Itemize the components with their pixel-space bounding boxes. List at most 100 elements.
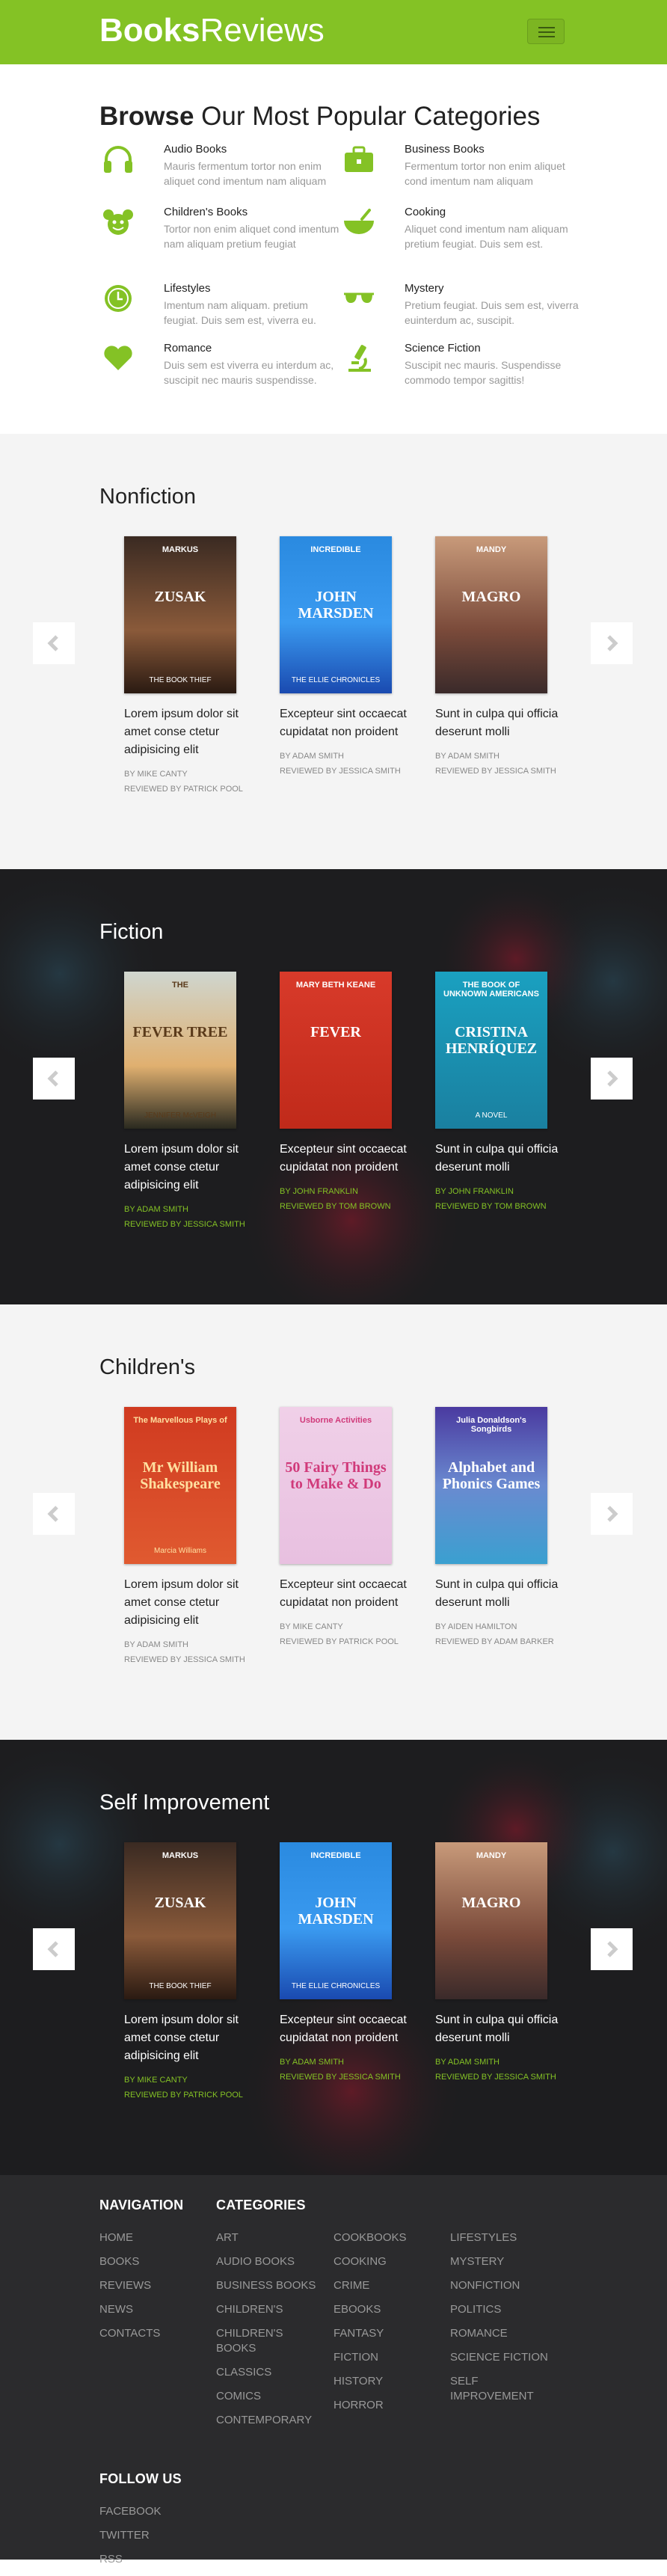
book-card[interactable]: INCREDIBLE JOHN MARSDEN THE ELLIE CHRONICL… [280,1842,407,2085]
book-title[interactable]: Lorem ipsum dolor sit amet conse ctetur … [124,2011,251,2065]
site-logo[interactable]: BooksReviews [99,12,325,49]
cover-main-text: FEVER TREE [132,1024,228,1040]
category-name[interactable]: Children's Books [164,205,343,220]
book-card[interactable]: MARKUS ZUSAK THE BOOK THIEF Lorem ipsum dol… [124,536,251,797]
cover-sub-text: THE ELLIE CHRONICLES [291,1982,381,1990]
footer-category-link[interactable]: MYSTERY [450,2254,562,2269]
book-card[interactable]: Usborne Activities 50 Fairy Things to Mak… [280,1407,407,1649]
footer-category-link[interactable]: CLASSICS [216,2365,328,2380]
book-card[interactable]: MARY BETH KEANE FEVER Excepteur sint occae… [280,972,407,1214]
footer-category-link[interactable]: EBOOKS [334,2302,446,2317]
footer-category-link[interactable]: ROMANCE [450,2326,562,2341]
prev-arrow-button[interactable] [33,622,75,664]
next-arrow-button[interactable] [591,1493,633,1535]
footer-category-link[interactable]: ART [216,2230,328,2245]
footer-category-link[interactable]: SELF IMPROVEMENT [450,2374,534,2404]
book-card[interactable]: INCREDIBLE JOHN MARSDEN THE ELLIE CHRONICL… [280,536,407,779]
footer-category-link[interactable]: CHILDREN'S [216,2302,328,2317]
footer-category-link[interactable]: AUDIO BOOKS [216,2254,328,2269]
book-cover[interactable]: Usborne Activities 50 Fairy Things to Mak… [280,1407,392,1564]
prev-arrow-button[interactable] [33,1928,75,1970]
footer-categories-col1: ART AUDIO BOOKS BUSINESS BOOKS CHILDREN'… [216,2230,328,2437]
book-cover[interactable]: MARY BETH KEANE FEVER [280,972,392,1129]
facebook-link[interactable]: FACEBOOK [99,2504,212,2519]
category-name[interactable]: Mystery [405,281,584,296]
category-desc: Fermentum tortor non enim aliquet cond i… [405,160,565,187]
category-name[interactable]: Lifestyles [164,281,343,296]
next-arrow-button[interactable] [591,1928,633,1970]
book-author: BY ADAM SMITH [124,1205,188,1214]
book-cover[interactable]: The Marvellous Plays of Mr William Shakes… [124,1407,236,1564]
book-card[interactable]: Julia Donaldson's Songbirds Alphabet and … [435,1407,562,1649]
book-cover[interactable]: MARKUS ZUSAK THE BOOK THIEF [124,1842,236,1999]
footer-category-link[interactable]: LIFESTYLES [450,2230,562,2245]
footer-category-link[interactable]: SCIENCE FICTION [450,2350,562,2365]
book-cover[interactable]: MANDY MAGRO [435,536,547,693]
book-card[interactable]: THE BOOK OF UNKNOWN AMERICANS CRISTINA HE… [435,972,562,1214]
section-title: Fiction [99,920,164,944]
footer-nav-link[interactable]: HOME [99,2230,212,2245]
category-desc: Suscipit nec mauris. Suspendisse commodo… [405,359,562,386]
footer-category-link[interactable]: POLITICS [450,2302,562,2317]
book-title[interactable]: Excepteur sint occaecat cupidatat non pr… [280,705,407,741]
book-title[interactable]: Sunt in culpa qui officia deserunt molli [435,1141,562,1177]
footer-category-link[interactable]: COOKING [334,2254,446,2269]
category-name[interactable]: Cooking [405,205,584,220]
book-cover[interactable]: THE FEVER TREE JENNIFER McVEIGH [124,972,236,1129]
book-title[interactable]: Lorem ipsum dolor sit amet conse ctetur … [124,705,251,759]
footer-category-link[interactable]: NONFICTION [450,2278,562,2293]
book-title[interactable]: Excepteur sint occaecat cupidatat non pr… [280,2011,407,2047]
footer-nav-link[interactable]: REVIEWS [99,2278,212,2293]
chevron-right-icon [607,1941,618,1957]
footer-category-link[interactable]: HORROR [334,2398,446,2413]
book-author: BY MIKE CANTY [124,770,188,779]
footer-nav-link[interactable]: BOOKS [99,2254,212,2269]
category-name[interactable]: Business Books [405,142,584,157]
footer-category-link[interactable]: BUSINESS BOOKS [216,2278,328,2293]
book-card[interactable]: MANDY MAGRO Sunt in culpa qui officia dese… [435,1842,562,2085]
footer-category-link[interactable]: CONTEMPORARY [216,2413,328,2428]
book-card[interactable]: MANDY MAGRO Sunt in culpa qui officia dese… [435,536,562,779]
prev-arrow-button[interactable] [33,1493,75,1535]
cover-sub-text: THE BOOK THIEF [149,1982,212,1990]
footer-category-link[interactable]: COMICS [216,2389,328,2404]
rss-link[interactable]: RSS [99,2552,212,2567]
category-name[interactable]: Romance [164,341,343,356]
hamburger-icon[interactable] [527,19,565,44]
next-arrow-button[interactable] [591,622,633,664]
book-cover[interactable]: Julia Donaldson's Songbirds Alphabet and … [435,1407,547,1564]
book-cover[interactable]: INCREDIBLE JOHN MARSDEN THE ELLIE CHRONICL… [280,1842,392,1999]
next-arrow-button[interactable] [591,1058,633,1100]
book-cover[interactable]: MANDY MAGRO [435,1842,547,1999]
category-name[interactable]: Science Fiction [405,341,584,356]
footer-category-link[interactable]: CRIME [334,2278,446,2293]
footer-category-link[interactable]: FICTION [334,2350,446,2365]
prev-arrow-button[interactable] [33,1058,75,1100]
book-card[interactable]: THE FEVER TREE JENNIFER McVEIGH Lorem ipsum… [124,972,251,1232]
book-title[interactable]: Sunt in culpa qui officia deserunt molli [435,1576,562,1612]
footer-category-link[interactable]: CHILDREN'S BOOKS [216,2326,298,2356]
footer-nav-link[interactable]: CONTACTS [99,2326,212,2341]
cover-top-text: MANDY [476,545,507,554]
book-card[interactable]: MARKUS ZUSAK THE BOOK THIEF Lorem ipsum dol… [124,1842,251,2103]
footer-category-link[interactable]: FANTASY [334,2326,446,2341]
book-title[interactable]: Excepteur sint occaecat cupidatat non pr… [280,1576,407,1612]
category-desc: Mauris fermentum tortor non enim aliquet… [164,160,327,187]
book-title[interactable]: Sunt in culpa qui officia deserunt molli [435,2011,562,2047]
book-title[interactable]: Excepteur sint occaecat cupidatat non pr… [280,1141,407,1177]
book-title[interactable]: Sunt in culpa qui officia deserunt molli [435,705,562,741]
book-card[interactable]: The Marvellous Plays of Mr William Shakes… [124,1407,251,1667]
footer-category-link[interactable]: HISTORY [334,2374,446,2389]
book-title[interactable]: Lorem ipsum dolor sit amet conse ctetur … [124,1141,251,1195]
book-cover[interactable]: MARKUS ZUSAK THE BOOK THIEF [124,536,236,693]
book-cover[interactable]: INCREDIBLE JOHN MARSDEN THE ELLIE CHRONICL… [280,536,392,693]
book-author: BY ADAM SMITH [435,752,500,761]
category-name[interactable]: Audio Books [164,142,343,157]
footer-category-link[interactable]: COOKBOOKS [334,2230,446,2245]
book-title[interactable]: Lorem ipsum dolor sit amet conse ctetur … [124,1576,251,1630]
cover-sub-text: JENNIFER McVEIGH [144,1111,217,1120]
twitter-link[interactable]: TWITTER [99,2528,212,2543]
footer-nav-link[interactable]: NEWS [99,2302,212,2317]
book-cover[interactable]: THE BOOK OF UNKNOWN AMERICANS CRISTINA HE… [435,972,547,1129]
book-reviewer: REVIEWED BY PATRICK POOL [124,785,243,794]
